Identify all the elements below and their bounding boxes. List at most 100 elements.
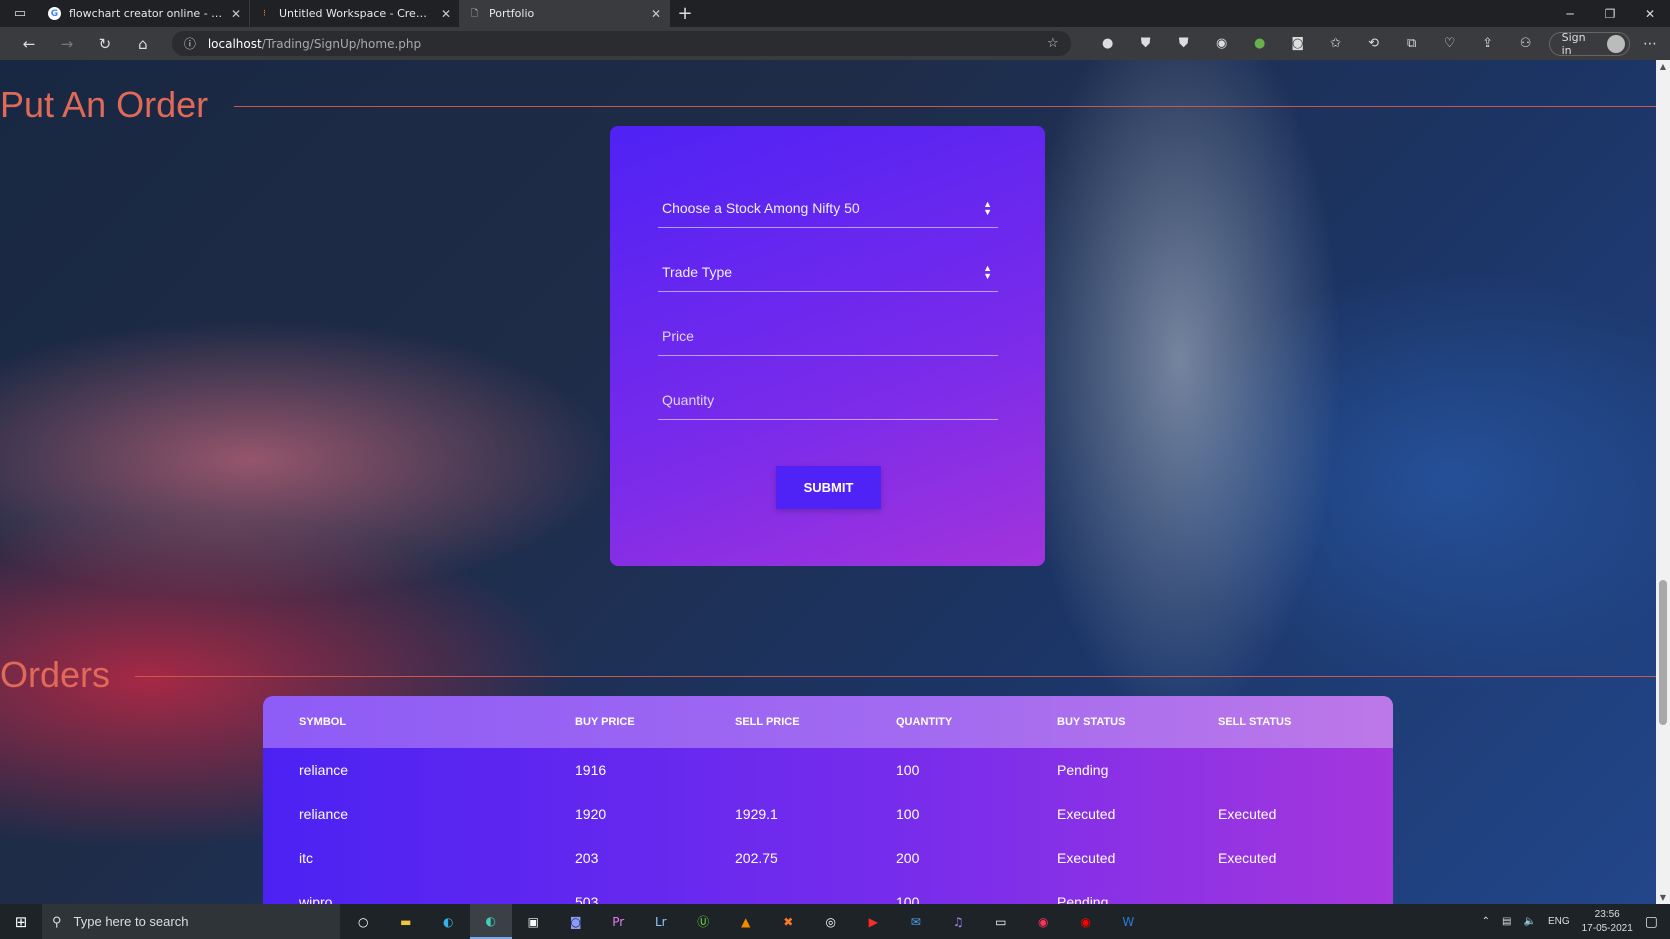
column-header: SELL STATUS	[1218, 716, 1292, 728]
table-cell: 1929.1	[735, 806, 778, 822]
youtube-music-icon[interactable]: ◉	[1065, 904, 1108, 939]
add-favorite-icon[interactable]: ☆	[1047, 36, 1059, 51]
page-content: Put An Order Choose a Stock Among Nifty …	[0, 60, 1656, 904]
table-cell: 100	[896, 894, 920, 904]
scroll-up-icon[interactable]: ▲	[1656, 62, 1670, 71]
clock-date: 17-05-2021	[1581, 922, 1633, 934]
xampp-icon[interactable]: ✖	[767, 904, 810, 939]
lightroom-icon[interactable]: Lr	[640, 904, 683, 939]
put-order-title: Put An Order	[0, 84, 209, 125]
camera-icon[interactable]: ◙	[1279, 36, 1317, 51]
column-header: SELL PRICE	[735, 716, 800, 728]
stock-select[interactable]: Choose a Stock Among Nifty 50 ▲ ▼	[658, 188, 998, 228]
section-divider	[234, 106, 1656, 107]
close-tab-icon[interactable]: ✕	[651, 7, 661, 21]
tab-actions-icon[interactable]: ▭	[0, 0, 40, 27]
browser-essentials-icon[interactable]: ♡	[1431, 36, 1469, 51]
vlc-icon[interactable]: ▲	[725, 904, 768, 939]
shield-icon[interactable]: ⛊	[1165, 36, 1203, 51]
refresh-icon[interactable]: ↻	[86, 35, 124, 53]
browser-tab-3[interactable]: 🗋 Portfolio ✕	[460, 0, 670, 27]
table-cell: Pending	[1057, 894, 1109, 904]
forward-icon[interactable]: →	[48, 35, 86, 53]
page-scrollbar[interactable]: ▲ ▼	[1656, 60, 1670, 904]
table-cell: Executed	[1057, 850, 1116, 866]
sign-in-button[interactable]: Sign in	[1548, 31, 1631, 57]
browser-tab-1[interactable]: G flowchart creator online - Googl ✕	[40, 0, 250, 27]
address-bar-row: ← → ↻ ⌂ ⓘ localhost/Trading/SignUp/home.…	[0, 27, 1670, 60]
close-tab-icon[interactable]: ✕	[231, 7, 241, 21]
table-cell: 100	[896, 806, 920, 822]
extension-icons: ● ⛊ ⛊ ◉ ● ◙ ✩ ⟲ ⧉ ♡ ⇪ ⚇	[1089, 36, 1545, 51]
table-cell: 202.75	[735, 850, 778, 866]
cortana-icon[interactable]: ○	[342, 904, 385, 939]
close-window-icon[interactable]: ✕	[1630, 0, 1670, 27]
recorder-icon[interactable]: ◉	[1022, 904, 1065, 939]
price-input[interactable]: Price	[658, 316, 998, 356]
amazon-music-icon[interactable]: ♫	[937, 904, 980, 939]
table-cell: Executed	[1218, 850, 1277, 866]
table-cell: itc	[299, 850, 313, 866]
submit-button[interactable]: SUBMIT	[776, 466, 881, 509]
info-icon[interactable]: ⓘ	[184, 35, 196, 52]
extension-icon[interactable]: ◉	[1203, 36, 1241, 51]
column-header: BUY STATUS	[1057, 716, 1126, 728]
store-icon[interactable]: ▣	[512, 904, 555, 939]
scroll-down-icon[interactable]: ▼	[1656, 893, 1670, 902]
file-explorer-icon[interactable]: ▬	[385, 904, 428, 939]
scrollbar-thumb[interactable]	[1659, 580, 1667, 725]
collections-icon[interactable]: ⧉	[1393, 36, 1431, 51]
taskbar-search[interactable]: ⚲ Type here to search	[42, 904, 340, 939]
avatar	[1607, 34, 1626, 53]
language-indicator[interactable]: ENG	[1548, 916, 1570, 927]
close-tab-icon[interactable]: ✕	[441, 7, 451, 21]
steam-icon[interactable]: ◎	[810, 904, 853, 939]
trade-type-value: Trade Type	[662, 263, 733, 280]
table-row: reliance 1920 1929.1 100 Executed Execut…	[263, 792, 1393, 836]
windows-taskbar: ⊞ ⚲ Type here to search ○ ▬ ◐ ◐ ▣ ◙ Pr L…	[0, 904, 1670, 939]
minimize-icon[interactable]: ─	[1550, 0, 1590, 27]
tab-title: Untitled Workspace - Creately	[279, 7, 433, 20]
prime-video-icon[interactable]: ▭	[980, 904, 1023, 939]
browser-tab-2[interactable]: ⁝ Untitled Workspace - Creately ✕	[250, 0, 460, 27]
table-cell: 200	[896, 850, 920, 866]
page-icon: 🗋	[470, 8, 479, 19]
quantity-input[interactable]: Quantity	[658, 380, 998, 420]
edge-icon[interactable]: ◐	[427, 904, 470, 939]
column-header: SYMBOL	[299, 716, 347, 728]
windows-start-icon[interactable]: ⊞	[0, 904, 42, 939]
back-icon[interactable]: ←	[10, 35, 48, 53]
url-field[interactable]: ⓘ localhost/Trading/SignUp/home.php ☆	[171, 31, 1071, 56]
edge-dev-icon[interactable]: ◐	[469, 904, 512, 939]
favorites-icon[interactable]: ✩	[1317, 36, 1355, 51]
mail-icon[interactable]: ✉	[895, 904, 938, 939]
quantity-placeholder: Quantity	[662, 391, 715, 408]
restore-icon[interactable]: ❐	[1590, 0, 1630, 27]
table-header: SYMBOL BUY PRICE SELL PRICE QUANTITY BUY…	[263, 696, 1393, 748]
feedback-icon[interactable]: ⚇	[1507, 36, 1545, 51]
table-cell: reliance	[299, 762, 349, 778]
word-icon[interactable]: W	[1107, 904, 1150, 939]
extension-icon[interactable]: ●	[1241, 36, 1279, 51]
chevron-up-icon[interactable]: ⌃	[1482, 916, 1490, 927]
home-icon[interactable]: ⌂	[124, 35, 162, 53]
shield-icon[interactable]: ⛊	[1127, 36, 1165, 51]
network-icon[interactable]: ▤	[1502, 916, 1511, 927]
extension-icon[interactable]: ●	[1089, 36, 1127, 51]
clock[interactable]: 23:56 17-05-2021	[1582, 908, 1633, 936]
trade-type-select[interactable]: Trade Type ▲ ▼	[658, 252, 998, 292]
youtube-icon[interactable]: ▶	[852, 904, 895, 939]
new-tab-button[interactable]: +	[670, 3, 700, 24]
more-options-icon[interactable]: ⋯	[1630, 36, 1670, 52]
upwork-icon[interactable]: Ⓤ	[682, 904, 725, 939]
search-placeholder: Type here to search	[73, 914, 189, 929]
discord-icon[interactable]: ◙	[555, 904, 598, 939]
share-icon[interactable]: ⇪	[1469, 36, 1507, 51]
notifications-icon[interactable]: ▢	[1645, 913, 1658, 930]
system-tray: ⌃ ▤ 🔈 ENG 23:56 17-05-2021 ▢	[1482, 908, 1670, 936]
premiere-icon[interactable]: Pr	[597, 904, 640, 939]
history-icon[interactable]: ⟲	[1355, 36, 1393, 51]
table-cell: Executed	[1057, 806, 1116, 822]
volume-icon[interactable]: 🔈	[1523, 916, 1535, 927]
clock-time: 23:56	[1594, 908, 1620, 920]
